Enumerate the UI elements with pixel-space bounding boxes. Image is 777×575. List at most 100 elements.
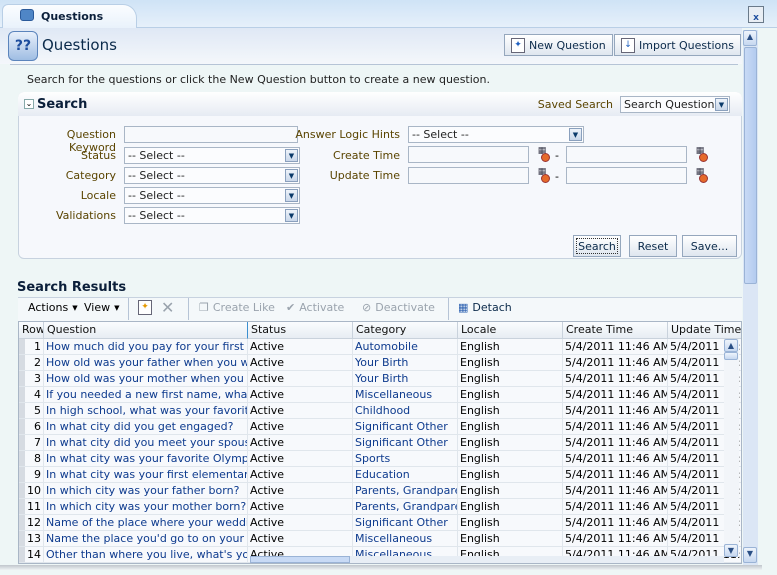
question-link[interactable]: How old was your father when you were bo…	[44, 355, 248, 371]
table-vertical-scrollbar[interactable]: ▲ ▼	[724, 339, 739, 557]
row-number: 7	[19, 435, 44, 451]
column-header[interactable]: Create Time	[563, 322, 668, 339]
table-cell: English	[458, 371, 563, 387]
close-tab-icon[interactable]: x	[748, 6, 764, 23]
question-link[interactable]: If you needed a new first name, what wou…	[44, 387, 248, 403]
create-like-button[interactable]: ❐ Create Like	[199, 301, 275, 314]
saved-search-select[interactable]: Search Questions ▼	[620, 96, 730, 113]
table-cell: 5/4/2011 11:46 AM	[563, 483, 668, 499]
category-link[interactable]: Automobile	[353, 339, 458, 355]
toolbar-divider	[128, 298, 129, 320]
page-scroll-thumb[interactable]	[744, 47, 757, 284]
category-label: Category	[65, 169, 116, 182]
create-time-to-input[interactable]	[566, 146, 687, 163]
deactivate-button[interactable]: ⊘ Deactivate	[362, 301, 435, 314]
new-document-icon: ✦	[511, 37, 525, 53]
question-link[interactable]: Name the place you'd go to on your ideal…	[44, 531, 248, 547]
chevron-down-icon: ▼	[285, 189, 298, 202]
calendar-icon[interactable]: ▦	[692, 167, 708, 183]
button-label: Detach	[472, 301, 512, 314]
table-cell: English	[458, 387, 563, 403]
scroll-down-icon[interactable]: ▼	[743, 547, 757, 563]
category-link[interactable]: Childhood	[353, 403, 458, 419]
question-link[interactable]: In which city was your father born?	[44, 483, 248, 499]
category-link[interactable]: Parents, Grandparents	[353, 499, 458, 515]
import-questions-button[interactable]: ↓ Import Questions	[614, 34, 741, 56]
category-link[interactable]: Significant Other	[353, 435, 458, 451]
scroll-thumb[interactable]	[724, 352, 738, 360]
question-link[interactable]: How old was your mother when you were bo…	[44, 371, 248, 387]
question-link[interactable]: Name of the place where your wedding rec…	[44, 515, 248, 531]
category-link[interactable]: Parents, Grandparents	[353, 483, 458, 499]
row-number: 3	[19, 371, 44, 387]
horizontal-scroll-thumb[interactable]	[250, 556, 350, 563]
row-number: 8	[19, 451, 44, 467]
toolbar-divider	[448, 298, 449, 320]
actions-menu[interactable]: Actions ▼	[28, 301, 78, 314]
locale-select[interactable]: -- Select -- ▼	[124, 187, 300, 204]
chevron-down-icon: ▼	[569, 128, 582, 141]
table-cell: 5/4/2011 11:46 AM	[563, 339, 668, 355]
chevron-down-icon: ▼	[114, 303, 120, 312]
question-link[interactable]: In what city was your favorite Olympic g…	[44, 451, 248, 467]
create-time-from-input[interactable]	[408, 146, 529, 163]
column-header[interactable]: Update Time	[668, 322, 741, 339]
scroll-up-icon[interactable]: ▲	[724, 339, 738, 352]
new-icon[interactable]: ✦	[138, 300, 152, 315]
category-link[interactable]: Education	[353, 467, 458, 483]
question-link[interactable]: In what city did you meet your spouse fo…	[44, 435, 248, 451]
answer-logic-hints-select[interactable]: -- Select -- ▼	[408, 126, 584, 143]
prohibited-icon: ⊘	[362, 301, 372, 314]
scroll-down-icon[interactable]: ▼	[724, 544, 738, 557]
column-header[interactable]: Locale	[458, 322, 563, 339]
activate-button[interactable]: ✔ Activate	[286, 301, 344, 314]
calendar-icon[interactable]: ▦	[692, 146, 708, 162]
question-link[interactable]: In what city did you get engaged?	[44, 419, 248, 435]
question-link[interactable]: How much did you pay for your first car?	[44, 339, 248, 355]
save-button[interactable]: Save...	[682, 235, 737, 257]
row-number: 14	[19, 547, 44, 563]
search-button[interactable]: Search	[573, 235, 621, 257]
table-cell: 5/4/2011 11:46 AM	[563, 371, 668, 387]
row-number: 13	[19, 531, 44, 547]
new-question-button[interactable]: ✦ New Question	[504, 34, 613, 56]
question-link[interactable]: Other than where you live, what's your f…	[44, 547, 248, 563]
question-link[interactable]: In which city was your mother born?	[44, 499, 248, 515]
detach-button[interactable]: ▦ Detach	[458, 301, 512, 314]
calendar-icon[interactable]: ▦	[534, 167, 550, 183]
reset-button[interactable]: Reset	[629, 235, 677, 257]
update-time-to-input[interactable]	[566, 167, 687, 184]
collapse-chevron-icon[interactable]: ⌄	[24, 99, 34, 109]
table-cell: English	[458, 355, 563, 371]
column-header[interactable]: Question	[44, 322, 248, 339]
category-select[interactable]: -- Select -- ▼	[124, 167, 300, 184]
question-link[interactable]: In what city was your first elementary s…	[44, 467, 248, 483]
category-link[interactable]: Miscellaneous	[353, 531, 458, 547]
select-value: -- Select --	[412, 128, 469, 141]
button-label: Activate	[299, 301, 345, 314]
category-link[interactable]: Significant Other	[353, 515, 458, 531]
update-time-from-input[interactable]	[408, 167, 529, 184]
validations-select[interactable]: -- Select -- ▼	[124, 207, 300, 224]
status-label: Status	[80, 149, 116, 162]
table-cell: English	[458, 483, 563, 499]
calendar-icon[interactable]: ▦	[534, 146, 550, 162]
category-link[interactable]: Your Birth	[353, 355, 458, 371]
column-header[interactable]: Status	[248, 322, 353, 339]
column-header[interactable]: Category	[353, 322, 458, 339]
category-link[interactable]: Miscellaneous	[353, 387, 458, 403]
select-value: -- Select --	[128, 169, 185, 182]
range-dash: -	[555, 170, 559, 183]
update-time-label: Update Time	[329, 169, 400, 182]
category-link[interactable]: Sports	[353, 451, 458, 467]
column-header[interactable]: Row	[19, 322, 44, 339]
table-cell: 5/4/2011 11:46 AM	[563, 467, 668, 483]
scroll-up-icon[interactable]: ▲	[743, 30, 757, 46]
category-link[interactable]: Your Birth	[353, 371, 458, 387]
status-select[interactable]: -- Select -- ▼	[124, 147, 300, 164]
view-menu[interactable]: View ▼	[84, 301, 120, 314]
delete-icon[interactable]: ✕	[161, 298, 174, 317]
question-keyword-input[interactable]	[124, 126, 298, 143]
category-link[interactable]: Significant Other	[353, 419, 458, 435]
question-link[interactable]: In high school, what was your favorite s…	[44, 403, 248, 419]
